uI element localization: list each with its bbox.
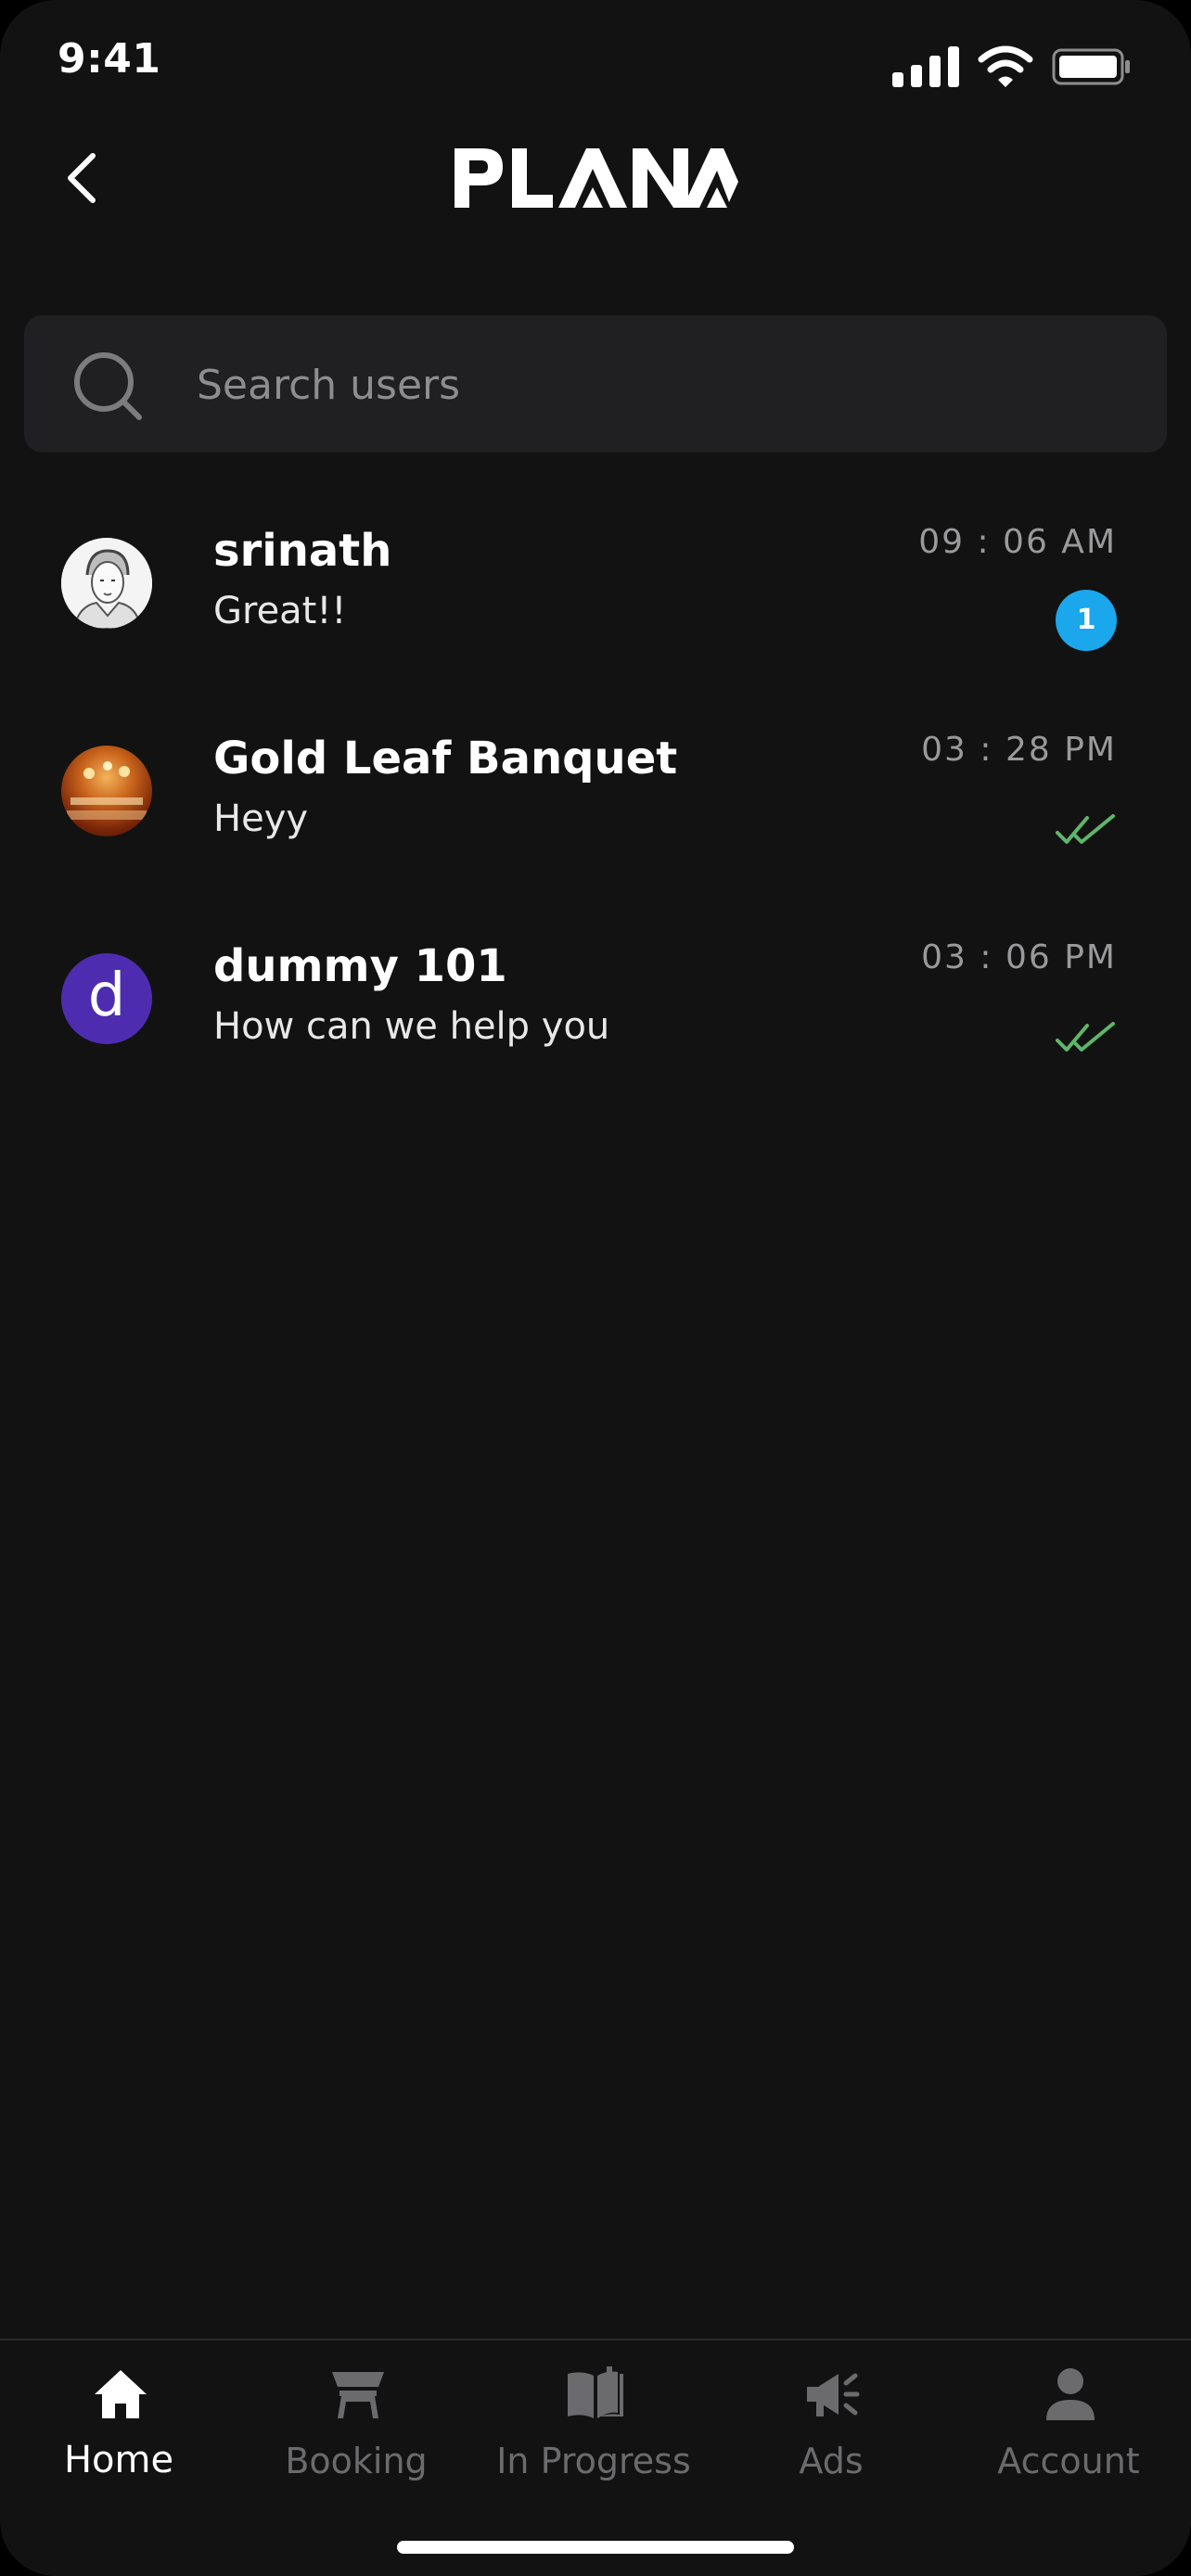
nav-booking[interactable]: Booking	[237, 2340, 475, 2526]
wifi-icon	[978, 45, 1033, 87]
chat-name: Gold Leaf Banquet	[213, 733, 678, 784]
nav-in-progress[interactable]: In Progress	[475, 2340, 712, 2526]
home-indicator	[397, 2541, 794, 2554]
chat-time: 09 : 06 AM	[918, 523, 1117, 561]
double-check-icon	[1056, 814, 1115, 844]
chat-time: 03 : 28 PM	[921, 731, 1117, 769]
sketch-portrait-avatar	[61, 538, 152, 629]
chat-preview: Heyy	[213, 797, 309, 840]
nav-home[interactable]: Home	[0, 2340, 237, 2526]
battery-icon	[1052, 48, 1130, 85]
nav-label: Booking	[285, 2441, 428, 2481]
search-bar[interactable]	[24, 315, 1167, 453]
search-icon	[74, 352, 142, 420]
chat-preview: Great!!	[213, 590, 347, 632]
chat-row[interactable]: srinath Great!! 09 : 06 AM 1	[0, 523, 1191, 742]
banquet-hall-avatar	[67, 761, 147, 820]
chat-row[interactable]: Gold Leaf Banquet Heyy 03 : 28 PM	[0, 731, 1191, 950]
nav-account[interactable]: Account	[950, 2340, 1187, 2526]
nav-label: Ads	[799, 2441, 864, 2481]
double-check-icon	[1056, 1022, 1115, 1052]
avatar	[61, 746, 152, 836]
home-icon	[95, 2370, 147, 2418]
status-time: 9:41	[58, 35, 161, 83]
chat-list-screen: 9:41 Search users srinath Great!! 09: 0…	[0, 0, 1191, 2576]
nav-label: In Progress	[496, 2441, 691, 2481]
megaphone-icon	[807, 2373, 860, 2417]
chat-name: srinath	[213, 525, 392, 577]
nav-label: Account	[997, 2441, 1140, 2481]
plana-logo	[455, 148, 738, 208]
nav-ads[interactable]: Ads	[712, 2340, 950, 2526]
chat-name: dummy 101	[213, 940, 507, 992]
signal-icon	[892, 46, 959, 87]
chat-preview: How can we help you	[213, 1005, 610, 1048]
chat-time: 03 : 06 PM	[921, 938, 1117, 976]
unread-badge: 1	[1056, 590, 1117, 651]
avatar	[61, 538, 152, 629]
person-icon	[1046, 2368, 1095, 2420]
search-input[interactable]	[195, 349, 1126, 421]
book-icon	[568, 2366, 623, 2418]
nav-label: Home	[63, 2439, 174, 2481]
table-icon	[332, 2372, 384, 2418]
chat-row[interactable]: d dummy 101 How can we help you 03 : 06 …	[0, 938, 1191, 1157]
avatar: d	[61, 953, 152, 1044]
back-arrow-icon[interactable]	[63, 150, 100, 206]
